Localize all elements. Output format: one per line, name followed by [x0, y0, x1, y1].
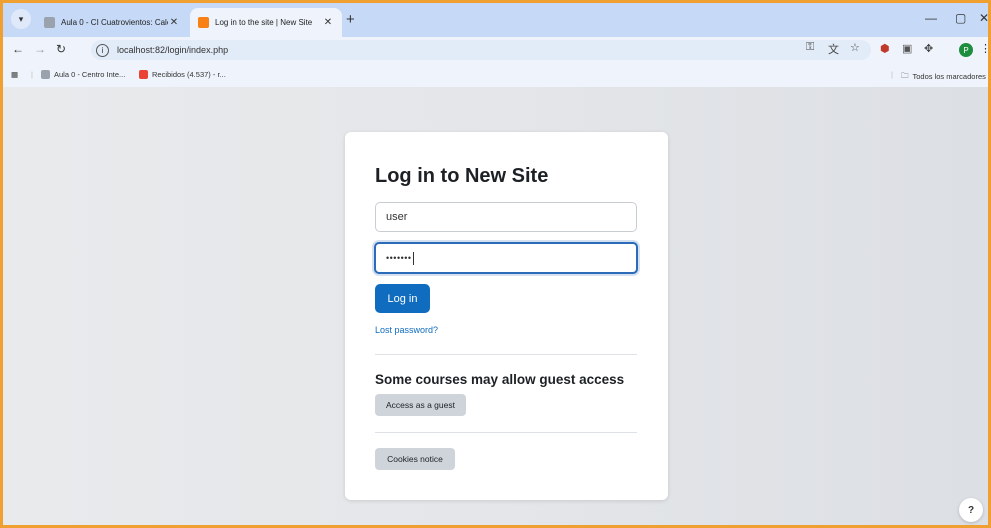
page-title: Log in to New Site [375, 165, 549, 187]
extensions-puzzle-icon[interactable]: ✥ [924, 42, 933, 55]
moodle-favicon-icon [41, 70, 50, 79]
guest-access-heading: Some courses may allow guest access [375, 372, 625, 387]
username-input[interactable]: user [375, 202, 637, 232]
bookmark-star-icon[interactable]: ☆ [850, 41, 860, 54]
moodle-favicon-icon [198, 17, 209, 28]
gmail-icon [139, 70, 148, 79]
reload-icon[interactable]: ↻ [56, 42, 66, 56]
bookmarks-separator: | [891, 70, 893, 79]
cookies-notice-button[interactable]: Cookies notice [375, 448, 455, 470]
extension-icon[interactable]: ▣ [902, 42, 912, 55]
tab-title: Aula 0 - CI Cuatrovientos: Calen [61, 18, 168, 27]
translate-icon[interactable]: 文 [828, 41, 839, 57]
password-value: ••••••• [386, 253, 412, 263]
username-value: user [386, 211, 408, 223]
login-button[interactable]: Log in [375, 284, 430, 313]
lost-password-link[interactable]: Lost password? [375, 325, 438, 335]
window-close-button[interactable]: ✕ [979, 11, 988, 25]
folder-icon: 🗀 [901, 71, 909, 80]
guest-access-button[interactable]: Access as a guest [375, 394, 466, 416]
divider [375, 354, 637, 355]
login-card: Log in to New Site user ••••••• Log in L… [345, 132, 668, 500]
page-content: Log in to New Site user ••••••• Log in L… [3, 87, 988, 525]
help-button[interactable]: ? [959, 498, 983, 522]
bookmark-gmail[interactable]: Recibidos (4.537) - r... [139, 70, 226, 79]
minimize-button[interactable]: — [925, 11, 937, 25]
profile-avatar[interactable]: P [959, 43, 973, 57]
extension-shield-icon[interactable]: ⬢ [880, 42, 890, 55]
tab-aula-0[interactable]: Aula 0 - CI Cuatrovientos: Calen ✕ [36, 8, 188, 37]
address-text: localhost:82/login/index.php [117, 45, 229, 55]
browser-toolbar: ← → ↻ i localhost:82/login/index.php ⚿ 文… [3, 37, 988, 63]
bookmark-aula-0[interactable]: Aula 0 - Centro Inte... [41, 70, 125, 79]
divider [375, 432, 637, 433]
moodle-favicon-icon [44, 17, 55, 28]
new-tab-button[interactable]: + [346, 11, 355, 28]
menu-kebab-icon[interactable]: ⋮ [980, 42, 988, 55]
address-bar[interactable]: i localhost:82/login/index.php [91, 40, 871, 60]
tab-strip: ▾ Aula 0 - CI Cuatrovientos: Calen ✕ Log… [3, 3, 988, 37]
bookmarks-bar: ▦ | Aula 0 - Centro Inte... Recibidos (4… [3, 63, 988, 87]
forward-arrow-icon[interactable]: → [34, 42, 46, 56]
tab-login[interactable]: Log in to the site | New Site ✕ [190, 8, 342, 37]
bookmarks-separator: | [31, 70, 33, 79]
password-key-icon[interactable]: ⚿ [806, 41, 814, 54]
restore-button[interactable]: ▢ [955, 11, 966, 25]
back-arrow-icon[interactable]: ← [12, 42, 24, 56]
password-input[interactable]: ••••••• [374, 242, 638, 274]
site-info-icon[interactable]: i [96, 43, 109, 57]
all-bookmarks-folder[interactable]: 🗀 Todos los marcadores [901, 70, 986, 83]
tab-title: Log in to the site | New Site [215, 18, 313, 27]
bookmark-label: Recibidos (4.537) - r... [152, 70, 226, 79]
text-caret [412, 251, 414, 265]
browser-window: ▾ Aula 0 - CI Cuatrovientos: Calen ✕ Log… [3, 3, 988, 525]
all-bookmarks-label: Todos los marcadores [912, 72, 986, 81]
bookmark-label: Aula 0 - Centro Inte... [54, 70, 126, 79]
close-icon[interactable]: ✕ [168, 17, 180, 28]
close-icon[interactable]: ✕ [322, 17, 334, 28]
tab-search-icon[interactable]: ▾ [11, 9, 31, 29]
apps-grid-icon[interactable]: ▦ [11, 70, 18, 79]
